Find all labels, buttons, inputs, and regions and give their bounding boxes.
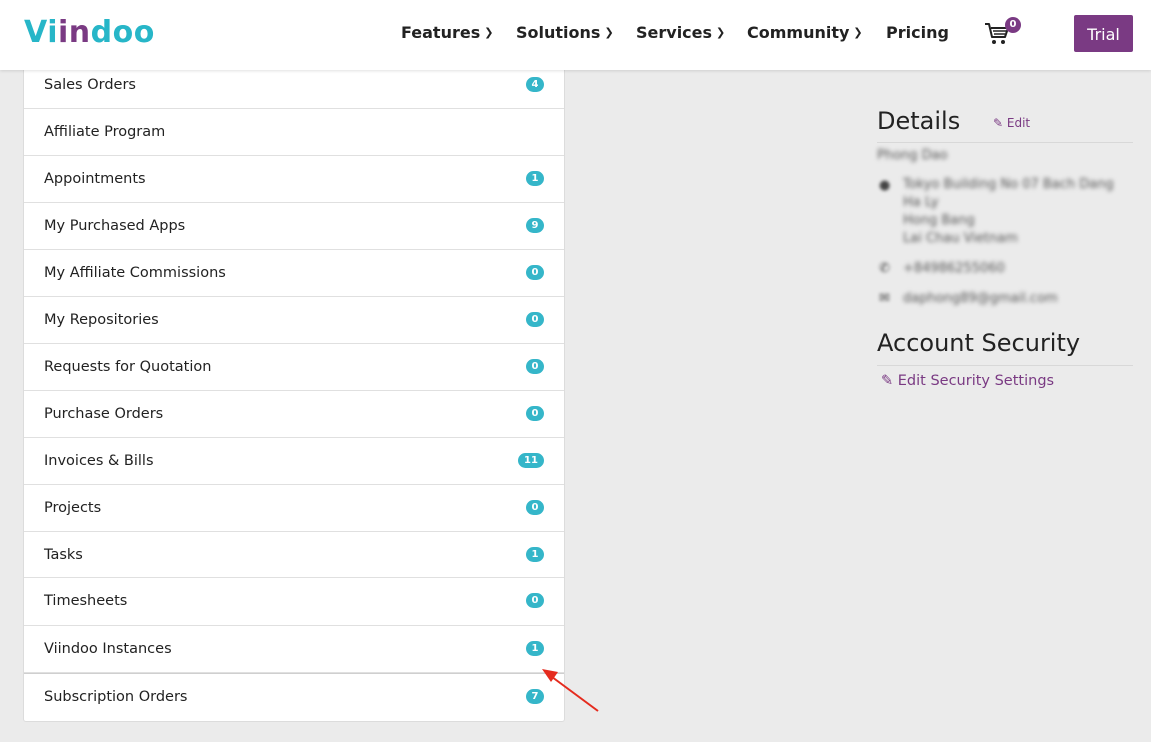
- security-divider: [877, 365, 1133, 366]
- nav-services[interactable]: Services ❯: [636, 22, 725, 46]
- list-item-label: Viindoo Instances: [44, 641, 172, 657]
- address-line: Hong Bang: [903, 213, 975, 228]
- list-item-my-affiliate-commissions[interactable]: My Affiliate Commissions 0: [24, 250, 564, 297]
- annotation-arrow-icon: [542, 669, 599, 712]
- count-badge: 1: [526, 171, 544, 186]
- count-badge: 0: [526, 406, 544, 421]
- cart-count-badge: 0: [1005, 17, 1021, 33]
- details-edit-link[interactable]: ✎ Edit: [993, 116, 1030, 130]
- portal-menu-list: Sales Orders 4 Affiliate Program Appoint…: [23, 61, 565, 722]
- list-item-subscription-orders[interactable]: Subscription Orders 7: [24, 673, 564, 721]
- nav-community-label: Community: [747, 23, 850, 42]
- list-item-tasks[interactable]: Tasks 1: [24, 532, 564, 578]
- chevron-down-icon: ❯: [604, 26, 614, 39]
- address-line: Ha Ly: [903, 195, 939, 210]
- contact-address: Tokyo Building No 07 Bach Dang Ha Ly Hon…: [903, 176, 1114, 248]
- edit-security-settings-link[interactable]: ✎ Edit Security Settings: [881, 373, 1054, 389]
- chevron-down-icon: ❯: [484, 26, 494, 39]
- list-item-label: Tasks: [44, 547, 83, 563]
- nav-pricing-label: Pricing: [886, 23, 949, 42]
- trial-button[interactable]: Trial: [1074, 15, 1133, 52]
- list-item-label: My Purchased Apps: [44, 218, 186, 234]
- contact-email: daphong89@gmail.com: [903, 291, 1058, 306]
- count-badge: 0: [526, 500, 544, 515]
- address-line: Lai Chau Vietnam: [903, 231, 1018, 246]
- count-badge: 0: [526, 312, 544, 327]
- list-item-purchase-orders[interactable]: Purchase Orders 0: [24, 391, 564, 438]
- list-item-appointments[interactable]: Appointments 1: [24, 156, 564, 203]
- edit-security-label: Edit Security Settings: [897, 373, 1055, 389]
- nav-solutions[interactable]: Solutions ❯: [516, 22, 614, 46]
- list-item-label: Appointments: [44, 171, 146, 187]
- nav-services-label: Services: [636, 23, 713, 42]
- count-badge: 0: [526, 359, 544, 374]
- viindoo-logo[interactable]: Viindoo: [24, 14, 155, 52]
- list-item-affiliate-program[interactable]: Affiliate Program: [24, 109, 564, 156]
- logo-text-1: Vi: [24, 15, 58, 50]
- list-item-label: Subscription Orders: [44, 689, 188, 705]
- pencil-icon: ✎: [881, 373, 894, 389]
- list-item-label: Projects: [44, 500, 102, 516]
- account-security-title: Account Security: [877, 329, 1081, 357]
- count-badge: 1: [526, 547, 544, 562]
- list-item-label: Requests for Quotation: [44, 359, 212, 375]
- list-item-invoices-bills[interactable]: Invoices & Bills 11: [24, 438, 564, 485]
- nav-features-label: Features: [401, 23, 481, 42]
- list-item-my-purchased-apps[interactable]: My Purchased Apps 9: [24, 203, 564, 250]
- contact-name: Phong Dao: [877, 148, 948, 163]
- list-item-label: Purchase Orders: [44, 406, 164, 422]
- details-edit-label: Edit: [1006, 116, 1031, 130]
- nav-features[interactable]: Features ❯: [401, 22, 493, 46]
- chevron-down-icon: ❯: [716, 26, 726, 39]
- nav-community[interactable]: Community ❯: [747, 22, 863, 46]
- list-item-timesheets[interactable]: Timesheets 0: [24, 578, 564, 626]
- list-item-label: Invoices & Bills: [44, 453, 154, 469]
- list-item-label: Timesheets: [44, 593, 128, 609]
- list-item-label: My Repositories: [44, 312, 159, 328]
- envelope-icon: ✉: [879, 291, 890, 306]
- logo-text-3: doo: [90, 15, 155, 50]
- details-divider: [877, 142, 1133, 143]
- count-badge: 11: [518, 453, 544, 468]
- nav-pricing[interactable]: Pricing: [886, 22, 949, 44]
- contact-phone: +84986255060: [903, 261, 1005, 276]
- count-badge: 0: [526, 593, 544, 608]
- count-badge: 4: [526, 77, 544, 92]
- logo-text-2: in: [57, 15, 91, 50]
- map-marker-icon: ●: [879, 178, 891, 193]
- list-item-my-repositories[interactable]: My Repositories 0: [24, 297, 564, 344]
- top-navbar: Viindoo Features ❯ Solutions ❯ Services ❯ C…: [0, 0, 1151, 70]
- phone-icon: ✆: [879, 261, 890, 276]
- list-item-label: Sales Orders: [44, 77, 136, 93]
- list-item-requests-for-quotation[interactable]: Requests for Quotation 0: [24, 344, 564, 391]
- count-badge: 9: [526, 218, 544, 233]
- nav-solutions-label: Solutions: [516, 23, 601, 42]
- details-panel: Details ✎ Edit Phong Dao ● Tokyo Buildin…: [877, 104, 1133, 389]
- list-item-projects[interactable]: Projects 0: [24, 485, 564, 532]
- address-line: Tokyo Building No 07 Bach Dang: [903, 177, 1114, 192]
- chevron-down-icon: ❯: [853, 26, 863, 39]
- count-badge: 0: [526, 265, 544, 280]
- list-item-label: Affiliate Program: [44, 124, 166, 140]
- list-item-viindoo-instances[interactable]: Viindoo Instances 1: [24, 626, 564, 673]
- list-item-label: My Affiliate Commissions: [44, 265, 226, 281]
- pencil-icon: ✎: [993, 116, 1004, 130]
